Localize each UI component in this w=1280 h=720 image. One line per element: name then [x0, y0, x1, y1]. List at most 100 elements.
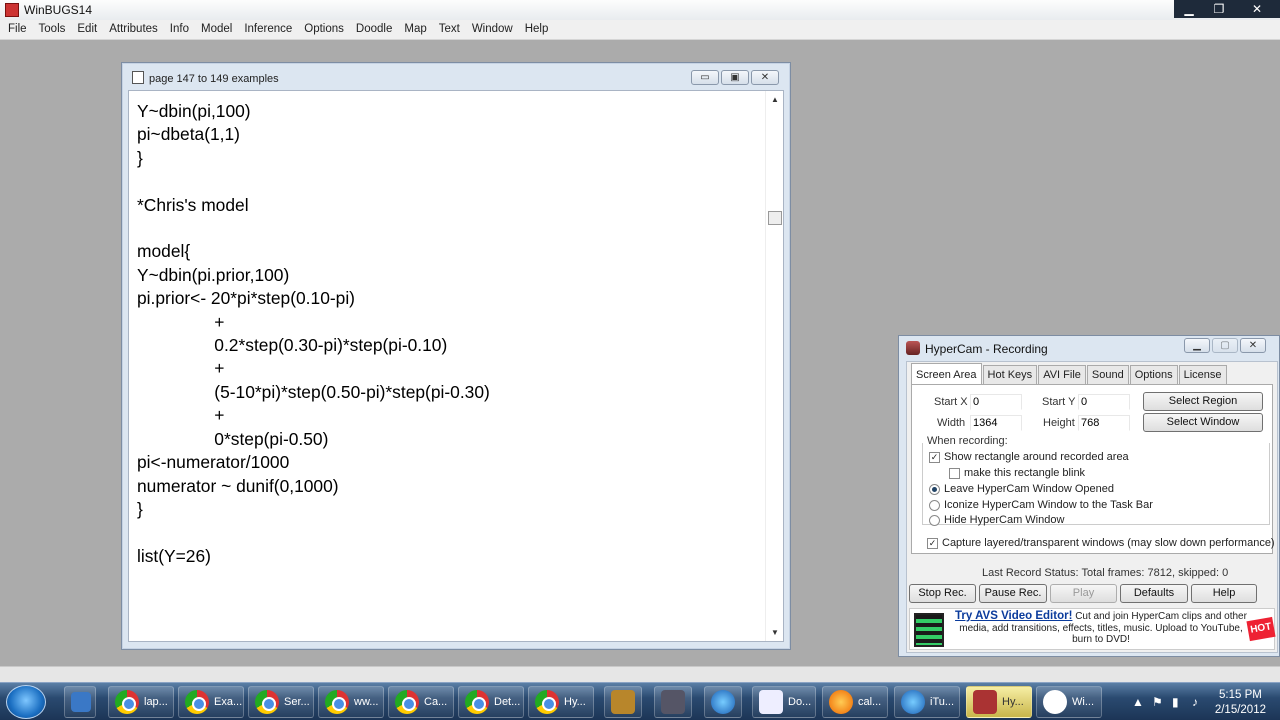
code-line[interactable]: list(Y=26): [137, 545, 490, 568]
menu-tools[interactable]: Tools: [33, 20, 72, 39]
volume-icon[interactable]: ♪: [1192, 695, 1198, 709]
code-line[interactable]: [137, 217, 490, 240]
scroll-thumb[interactable]: [768, 211, 782, 225]
action-center-icon[interactable]: ⚑: [1152, 695, 1163, 709]
maximize-app-button[interactable]: ❐: [1204, 0, 1234, 18]
workspace-horizontal-scrollbar[interactable]: [0, 666, 1280, 682]
taskbar-wow[interactable]: [604, 686, 642, 718]
taskbar-chrome-3[interactable]: Ser...: [248, 686, 314, 718]
close-app-button[interactable]: ✕: [1234, 0, 1280, 18]
tab-options[interactable]: Options: [1129, 365, 1178, 384]
capture-layered-option[interactable]: ✓ Capture layered/transparent windows (ma…: [927, 537, 1275, 549]
minimize-doc-button[interactable]: ▭: [691, 70, 719, 85]
tab-avi-file[interactable]: AVI File: [1038, 365, 1086, 384]
tab-sound[interactable]: Sound: [1086, 365, 1129, 384]
minimize-app-button[interactable]: ▁: [1174, 0, 1204, 18]
taskbar-steam[interactable]: [654, 686, 692, 718]
taskbar-winbugs[interactable]: Wi...: [1036, 686, 1102, 718]
document-text-area[interactable]: Y~dbin(pi,100) pi~dbeta(1,1)} *Chris's mo…: [128, 90, 784, 642]
code-line[interactable]: pi~dbeta(1,1): [137, 123, 490, 146]
menu-window[interactable]: Window: [466, 20, 519, 39]
taskbar-chrome-2[interactable]: Exa...: [178, 686, 244, 718]
code-line[interactable]: 0.2*step(0.30-pi)*step(pi-0.10): [137, 334, 490, 357]
taskbar-chrome-4[interactable]: ww...: [318, 686, 384, 718]
taskbar-hypercam[interactable]: Hy...: [966, 686, 1032, 718]
tab-screen-area[interactable]: Screen Area: [911, 363, 982, 384]
show-hidden-icons-icon[interactable]: ▲: [1132, 695, 1144, 709]
code-line[interactable]: [137, 521, 490, 544]
blink-option[interactable]: make this rectangle blink: [949, 467, 1085, 479]
network-icon[interactable]: ▮: [1172, 695, 1179, 709]
minimize-hypercam-button[interactable]: ▁: [1184, 338, 1210, 353]
start-y-field[interactable]: 0: [1078, 394, 1130, 410]
hide-window-option[interactable]: Hide HyperCam Window: [929, 514, 1064, 526]
show-rectangle-option[interactable]: ✓ Show rectangle around recorded area: [929, 451, 1129, 463]
radio-selected-icon[interactable]: [929, 483, 940, 495]
taskbar-firefox[interactable]: cal...: [822, 686, 888, 718]
menu-help[interactable]: Help: [519, 20, 555, 39]
code-line[interactable]: +: [137, 404, 490, 427]
tab-hot-keys[interactable]: Hot Keys: [982, 365, 1038, 384]
code-line[interactable]: 0*step(pi-0.50): [137, 428, 490, 451]
checkbox-checked-icon[interactable]: ✓: [927, 537, 938, 549]
code-line[interactable]: [137, 170, 490, 193]
width-field[interactable]: 1364: [970, 415, 1022, 431]
menu-inference[interactable]: Inference: [238, 20, 298, 39]
taskbar-chrome-6[interactable]: Det...: [458, 686, 524, 718]
close-doc-button[interactable]: ✕: [751, 70, 779, 85]
stop-rec-button[interactable]: Stop Rec.: [909, 584, 976, 603]
taskbar-chrome-1[interactable]: lap...: [108, 686, 174, 718]
code-line[interactable]: +: [137, 311, 490, 334]
select-window-button[interactable]: Select Window: [1143, 413, 1263, 432]
start-x-field[interactable]: 0: [970, 394, 1022, 410]
menu-info[interactable]: Info: [164, 20, 195, 39]
taskbar-chrome-5[interactable]: Ca...: [388, 686, 454, 718]
pause-rec-button[interactable]: Pause Rec.: [979, 584, 1047, 603]
document-vertical-scrollbar[interactable]: ▲ ▼: [765, 91, 783, 641]
document-titlebar[interactable]: page 147 to 149 examples ▭ ▣ ✕: [122, 63, 790, 93]
iconize-option[interactable]: Iconize HyperCam Window to the Task Bar: [929, 499, 1153, 511]
taskbar-itunes-1[interactable]: [704, 686, 742, 718]
close-hypercam-button[interactable]: ✕: [1240, 338, 1266, 353]
code-line[interactable]: }: [137, 147, 490, 170]
code-line[interactable]: pi<-numerator/1000: [137, 451, 490, 474]
menu-attributes[interactable]: Attributes: [103, 20, 164, 39]
checkbox-unchecked-icon[interactable]: [949, 467, 960, 479]
avs-ad-banner[interactable]: Try AVS Video Editor! Cut and join Hyper…: [909, 608, 1276, 650]
taskbar-itunes-2[interactable]: iTu...: [894, 686, 960, 718]
code-line[interactable]: }: [137, 498, 490, 521]
start-button[interactable]: [6, 685, 46, 719]
menu-map[interactable]: Map: [398, 20, 432, 39]
leave-opened-option[interactable]: Leave HyperCam Window Opened: [929, 483, 1114, 495]
menu-edit[interactable]: Edit: [71, 20, 103, 39]
code-line[interactable]: numerator ~ dunif(0,1000): [137, 475, 490, 498]
radio-unselected-icon[interactable]: [929, 499, 940, 511]
radio-unselected-icon[interactable]: [929, 514, 940, 526]
code-line[interactable]: +: [137, 357, 490, 380]
taskbar-document[interactable]: Do...: [752, 686, 816, 718]
defaults-button[interactable]: Defaults: [1120, 584, 1188, 603]
tab-license[interactable]: License: [1178, 365, 1227, 384]
code-line[interactable]: model{: [137, 240, 490, 263]
code-line[interactable]: (5-10*pi)*step(0.50-pi)*step(pi-0.30): [137, 381, 490, 404]
model-code[interactable]: Y~dbin(pi,100) pi~dbeta(1,1)} *Chris's mo…: [137, 100, 490, 568]
code-line[interactable]: Y~dbin(pi.prior,100): [137, 264, 490, 287]
taskbar-chrome-7[interactable]: Hy...: [528, 686, 594, 718]
clock[interactable]: 5:15 PM 2/15/2012: [1215, 688, 1266, 718]
code-line[interactable]: pi.prior<- 20*pi*step(0.10-pi): [137, 287, 490, 310]
help-button[interactable]: Help: [1191, 584, 1257, 603]
checkbox-checked-icon[interactable]: ✓: [929, 451, 940, 463]
code-line[interactable]: *Chris's model: [137, 194, 490, 217]
show-desktop-icon[interactable]: [64, 686, 96, 718]
height-field[interactable]: 768: [1078, 415, 1130, 431]
scroll-up-arrow-icon[interactable]: ▲: [771, 95, 779, 104]
select-region-button[interactable]: Select Region: [1143, 392, 1263, 411]
menu-model[interactable]: Model: [195, 20, 238, 39]
menu-doodle[interactable]: Doodle: [350, 20, 398, 39]
menu-text[interactable]: Text: [433, 20, 466, 39]
menu-file[interactable]: File: [2, 20, 33, 39]
scroll-down-arrow-icon[interactable]: ▼: [771, 628, 779, 637]
code-line[interactable]: Y~dbin(pi,100): [137, 100, 490, 123]
restore-doc-button[interactable]: ▣: [721, 70, 749, 85]
ad-link[interactable]: Try AVS Video Editor!: [955, 610, 1072, 622]
